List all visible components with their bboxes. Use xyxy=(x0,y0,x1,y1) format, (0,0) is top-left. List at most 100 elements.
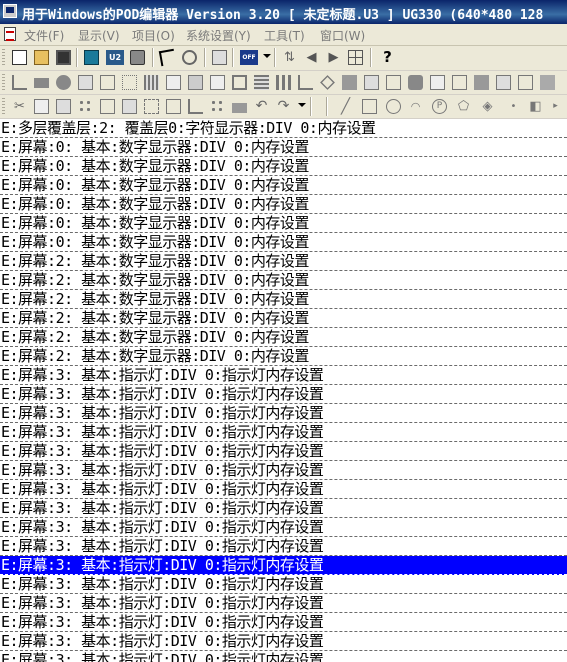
rect-object-icon[interactable] xyxy=(34,78,49,88)
back-arrow-icon[interactable]: ◀ xyxy=(304,50,319,65)
menu-window[interactable]: 窗口(W) xyxy=(320,27,365,44)
chevron-down-icon[interactable] xyxy=(263,54,271,58)
open-folder-icon[interactable] xyxy=(34,50,49,65)
toolbar-grip[interactable] xyxy=(2,74,5,91)
u2-button[interactable]: U2 xyxy=(106,50,124,65)
same-size-icon[interactable] xyxy=(232,103,247,113)
bring-front-icon[interactable] xyxy=(122,99,137,114)
cut-icon[interactable]: ✂ xyxy=(12,99,27,114)
undo-icon[interactable]: ↶ xyxy=(254,99,269,114)
document-icon[interactable] xyxy=(4,27,16,41)
bar-graph-icon[interactable] xyxy=(276,75,291,90)
list-item[interactable]: E:屏幕:0: 基本:数字显示器:DIV 0:内存设置 xyxy=(0,176,567,195)
table-object-icon[interactable] xyxy=(144,75,159,90)
string-object-icon[interactable] xyxy=(100,75,115,90)
off-toggle-button[interactable]: OFF xyxy=(240,50,258,65)
list-item[interactable]: E:屏幕:0: 基本:数字显示器:DIV 0:内存设置 xyxy=(0,214,567,233)
redo-icon[interactable]: ↷ xyxy=(276,99,291,114)
grid-icon[interactable] xyxy=(348,50,363,65)
send-back-icon[interactable] xyxy=(144,99,159,114)
forward-arrow-icon[interactable]: ▶ xyxy=(326,50,341,65)
list-item[interactable]: E:多层覆盖层:2: 覆盖层0:字符显示器:DIV 0:内存设置 xyxy=(0,119,567,138)
list-item[interactable]: E:屏幕:3: 基本:指示灯:DIV 0:指示灯内存设置 xyxy=(0,613,567,632)
group-icon[interactable] xyxy=(78,99,93,114)
draw-polygon-icon[interactable]: ⬠ xyxy=(456,99,471,114)
screen-icon[interactable] xyxy=(84,50,99,65)
new-file-icon[interactable] xyxy=(12,50,27,65)
list-item[interactable]: E:屏幕:2: 基本:数字显示器:DIV 0:内存设置 xyxy=(0,252,567,271)
list-item[interactable]: E:屏幕:0: 基本:数字显示器:DIV 0:内存设置 xyxy=(0,138,567,157)
pointer-icon[interactable] xyxy=(158,48,177,67)
list-item[interactable]: E:屏幕:0: 基本:数字显示器:DIV 0:内存设置 xyxy=(0,233,567,252)
list-item[interactable]: E:屏幕:3: 基本:指示灯:DIV 0:指示灯内存设置 xyxy=(0,556,567,575)
recipe-object-icon[interactable] xyxy=(540,75,555,90)
meter-object-icon[interactable] xyxy=(342,75,357,90)
draw-circle-icon[interactable] xyxy=(386,99,401,114)
draw-line-icon[interactable]: ╱ xyxy=(338,99,353,114)
link-icon[interactable] xyxy=(212,50,227,65)
keypad-object-icon[interactable] xyxy=(364,75,379,90)
list-item[interactable]: E:屏幕:3: 基本:指示灯:DIV 0:指示灯内存设置 xyxy=(0,480,567,499)
ellipse-icon[interactable] xyxy=(182,50,197,65)
calendar-object-icon[interactable] xyxy=(474,75,489,90)
list-item[interactable]: E:屏幕:2: 基本:数字显示器:DIV 0:内存设置 xyxy=(0,347,567,366)
lamp-object-icon[interactable] xyxy=(166,75,181,90)
list-item[interactable]: E:屏幕:3: 基本:指示灯:DIV 0:指示灯内存设置 xyxy=(0,385,567,404)
more-tools-icon[interactable]: ▸ xyxy=(548,99,563,114)
paste-icon[interactable] xyxy=(56,99,71,114)
entry-list[interactable]: E:多层覆盖层:2: 覆盖层0:字符显示器:DIV 0:内存设置 E:屏幕:0: … xyxy=(0,119,567,662)
line-object-icon[interactable] xyxy=(12,75,27,90)
draw-arc-icon[interactable]: ◠ xyxy=(408,99,423,114)
distribute-icon[interactable] xyxy=(210,99,225,114)
help-button[interactable]: ? xyxy=(380,50,395,65)
list-item[interactable]: E:屏幕:2: 基本:数字显示器:DIV 0:内存设置 xyxy=(0,309,567,328)
list-item[interactable]: E:屏幕:3: 基本:指示灯:DIV 0:指示灯内存设置 xyxy=(0,651,567,662)
menu-tools[interactable]: 工具(T) xyxy=(264,27,305,44)
alarm-object-icon[interactable] xyxy=(430,75,445,90)
list-item[interactable]: E:屏幕:0: 基本:数字显示器:DIV 0:内存设置 xyxy=(0,195,567,214)
list-item[interactable]: E:屏幕:2: 基本:数字显示器:DIV 0:内存设置 xyxy=(0,328,567,347)
list-item[interactable]: E:屏幕:3: 基本:指示灯:DIV 0:指示灯内存设置 xyxy=(0,366,567,385)
toolbar-grip[interactable] xyxy=(2,49,5,66)
draw-pie-icon[interactable]: P xyxy=(432,99,447,114)
print-icon[interactable] xyxy=(130,50,145,65)
draw-rect-icon[interactable] xyxy=(362,99,377,114)
menu-view[interactable]: 显示(V) xyxy=(78,27,120,44)
list-item[interactable]: E:屏幕:3: 基本:指示灯:DIV 0:指示灯内存设置 xyxy=(0,575,567,594)
chart-object-icon[interactable] xyxy=(298,75,313,90)
switch-object-icon[interactable] xyxy=(188,75,203,90)
menu-file[interactable]: 文件(F) xyxy=(24,27,64,44)
window-object-icon[interactable] xyxy=(386,75,401,90)
diamond-object-icon[interactable] xyxy=(320,75,335,90)
align-icon[interactable] xyxy=(166,99,181,114)
fill-icon[interactable]: ◈ xyxy=(480,99,495,114)
list-item[interactable]: E:屏幕:3: 基本:指示灯:DIV 0:指示灯内存设置 xyxy=(0,594,567,613)
sampling-object-icon[interactable] xyxy=(496,75,511,90)
list-item[interactable]: E:屏幕:3: 基本:指示灯:DIV 0:指示灯内存设置 xyxy=(0,461,567,480)
text-object-icon[interactable] xyxy=(78,75,93,90)
chip-object-icon[interactable] xyxy=(254,75,269,90)
list-item[interactable]: E:屏幕:2: 基本:数字显示器:DIV 0:内存设置 xyxy=(0,290,567,309)
list-item[interactable]: E:屏幕:3: 基本:指示灯:DIV 0:指示灯内存设置 xyxy=(0,499,567,518)
save-icon[interactable] xyxy=(56,50,71,65)
dot-icon[interactable]: • xyxy=(506,99,521,114)
list-item[interactable]: E:屏幕:3: 基本:指示灯:DIV 0:指示灯内存设置 xyxy=(0,537,567,556)
menu-object[interactable]: 项目(O) xyxy=(132,27,175,44)
resize-icon[interactable]: ⇅ xyxy=(282,50,297,65)
list-item[interactable]: E:屏幕:3: 基本:指示灯:DIV 0:指示灯内存设置 xyxy=(0,518,567,537)
toolbar-grip[interactable] xyxy=(2,98,5,115)
ungroup-icon[interactable] xyxy=(100,99,115,114)
panel-object-icon[interactable] xyxy=(232,75,247,90)
align-bottom-icon[interactable] xyxy=(188,99,203,114)
numeric-object-icon[interactable] xyxy=(210,75,225,90)
copy-icon[interactable] xyxy=(34,99,49,114)
list-item[interactable]: E:屏幕:3: 基本:指示灯:DIV 0:指示灯内存设置 xyxy=(0,404,567,423)
list-item[interactable]: E:屏幕:3: 基本:指示灯:DIV 0:指示灯内存设置 xyxy=(0,632,567,651)
list-item[interactable]: E:屏幕:2: 基本:数字显示器:DIV 0:内存设置 xyxy=(0,271,567,290)
chevron-down-icon[interactable] xyxy=(298,103,306,107)
message-object-icon[interactable] xyxy=(518,75,533,90)
list-item[interactable]: E:屏幕:3: 基本:指示灯:DIV 0:指示灯内存设置 xyxy=(0,442,567,461)
picture-icon[interactable]: ◧ xyxy=(528,99,543,114)
list-item[interactable]: E:屏幕:0: 基本:数字显示器:DIV 0:内存设置 xyxy=(0,157,567,176)
button-object-icon[interactable] xyxy=(408,75,423,90)
